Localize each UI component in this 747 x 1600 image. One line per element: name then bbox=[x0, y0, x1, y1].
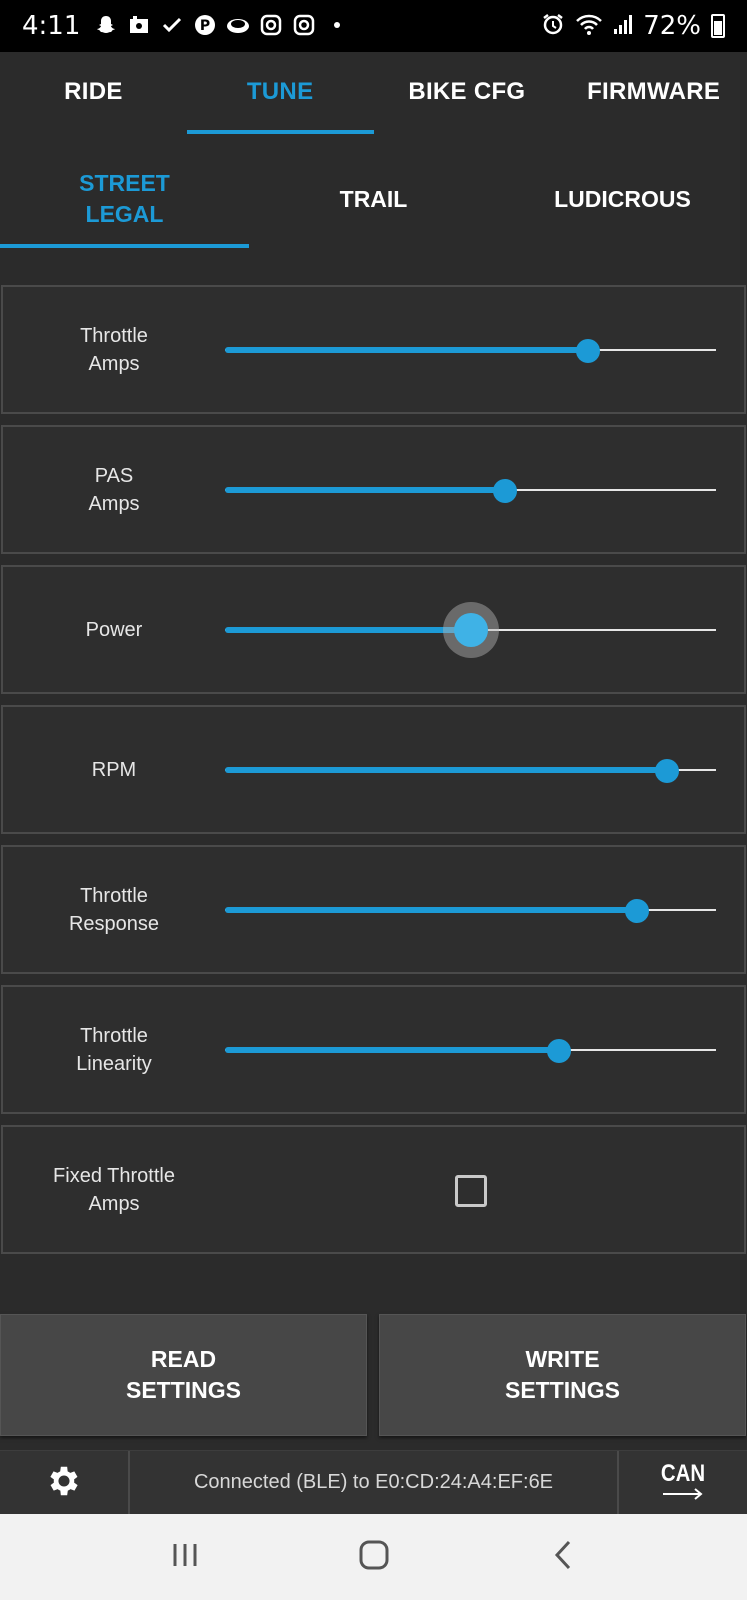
power-slider[interactable] bbox=[225, 613, 716, 647]
back-icon bbox=[552, 1539, 574, 1576]
pas-amps-slider-thumb[interactable] bbox=[492, 479, 517, 503]
write-settings-button[interactable]: WRITE SETTINGS bbox=[379, 1314, 746, 1436]
tab-tune[interactable]: TUNE bbox=[186, 52, 374, 134]
instagram-icon bbox=[292, 14, 316, 38]
throttle-linearity-label-text: Throttle Linearity bbox=[76, 1024, 152, 1075]
dot-icon bbox=[325, 14, 349, 38]
status-right: 72% bbox=[541, 11, 725, 41]
battery-percent: 72% bbox=[643, 11, 701, 41]
action-buttons: READ SETTINGS WRITE SETTINGS bbox=[0, 1314, 747, 1436]
throttle-response-label: Throttle Response bbox=[3, 847, 225, 972]
throttle-linearity-slider[interactable] bbox=[225, 1039, 716, 1063]
throttle-amps-slider-thumb[interactable] bbox=[576, 339, 601, 363]
can-button[interactable]: CAN bbox=[617, 1451, 747, 1515]
throttle-linearity-slider-thumb[interactable] bbox=[546, 1039, 571, 1063]
pinterest-icon: P bbox=[193, 14, 217, 38]
tab-trail-label: TRAIL bbox=[339, 185, 408, 212]
throttle-response-label-text: Throttle Response bbox=[68, 884, 160, 935]
throttle-amps-slider-fill bbox=[225, 347, 589, 353]
throttle-amps-label: Throttle Amps bbox=[3, 287, 225, 412]
svg-text:P: P bbox=[200, 18, 210, 34]
throttle-amps-label-text: Throttle Amps bbox=[80, 324, 148, 375]
connection-bar: Connected (BLE) to E0:CD:24:A4:EF:6E CAN bbox=[0, 1450, 747, 1515]
pas-amps-slider-fill bbox=[225, 487, 505, 493]
rpm-slider[interactable] bbox=[225, 759, 716, 783]
system-nav-bar bbox=[0, 1514, 747, 1600]
cloud-icon bbox=[226, 14, 250, 38]
throttle-response-slider-fill bbox=[225, 907, 638, 913]
checkmark-icon bbox=[160, 14, 184, 38]
rpm-slider-thumb[interactable] bbox=[654, 759, 679, 783]
pas-amps-label: PAS Amps bbox=[3, 427, 225, 552]
top-tab-bar: RIDE TUNE BIKE CFG FIRMWARE bbox=[0, 52, 747, 134]
tab-ludicrous-label: LUDICROUS bbox=[554, 185, 691, 212]
power-slider-thumb[interactable] bbox=[453, 613, 488, 647]
signal-icon bbox=[613, 12, 633, 41]
recent-apps-icon bbox=[170, 1541, 200, 1574]
notification-icons: P bbox=[94, 14, 349, 38]
rpm-label-text: RPM bbox=[91, 758, 137, 781]
setting-row-fixed-throttle-amps: Fixed Throttle Amps bbox=[1, 1125, 746, 1254]
setting-row-throttle-amps: Throttle Amps bbox=[1, 285, 746, 414]
settings-button[interactable] bbox=[0, 1451, 130, 1515]
throttle-response-slider[interactable] bbox=[225, 899, 716, 923]
battery-icon bbox=[711, 14, 725, 38]
fixed-throttle-amps-label: Fixed Throttle Amps bbox=[3, 1127, 225, 1252]
power-label: Power bbox=[3, 567, 225, 692]
power-label-text: Power bbox=[85, 618, 143, 641]
tab-street-legal[interactable]: STREET LEGAL bbox=[0, 150, 249, 248]
tab-bike-cfg[interactable]: BIKE CFG bbox=[374, 52, 561, 134]
connection-status: Connected (BLE) to E0:CD:24:A4:EF:6E bbox=[193, 1471, 554, 1493]
setting-row-pas-amps: PAS Amps bbox=[1, 425, 746, 554]
tab-firmware[interactable]: FIRMWARE bbox=[560, 52, 747, 134]
arrow-right-icon bbox=[661, 1487, 705, 1505]
write-settings-label: WRITE SETTINGS bbox=[504, 1346, 620, 1403]
mode-tab-bar: STREET LEGAL TRAIL LUDICROUS bbox=[0, 150, 747, 248]
gear-icon bbox=[45, 1462, 83, 1505]
pas-amps-label-text: PAS Amps bbox=[88, 464, 140, 515]
can-label: CAN bbox=[660, 1460, 706, 1487]
fixed-throttle-amps-checkbox[interactable] bbox=[455, 1175, 487, 1207]
throttle-response-slider-thumb[interactable] bbox=[625, 899, 650, 923]
throttle-amps-slider[interactable] bbox=[225, 339, 716, 363]
alarm-icon bbox=[541, 12, 565, 41]
read-settings-label: READ SETTINGS bbox=[125, 1346, 241, 1403]
back-button[interactable] bbox=[533, 1527, 593, 1587]
wifi-icon bbox=[575, 12, 603, 41]
fixed-throttle-amps-label-text: Fixed Throttle Amps bbox=[53, 1164, 175, 1215]
home-button[interactable] bbox=[344, 1527, 404, 1587]
instagram-icon bbox=[259, 14, 283, 38]
recent-apps-button[interactable] bbox=[155, 1527, 215, 1587]
tab-street-legal-label: STREET LEGAL bbox=[79, 170, 170, 227]
throttle-linearity-label: Throttle Linearity bbox=[3, 987, 225, 1112]
snapchat-icon bbox=[94, 14, 118, 38]
throttle-linearity-slider-fill bbox=[225, 1047, 559, 1053]
rpm-slider-fill bbox=[225, 767, 667, 773]
tab-ludicrous[interactable]: LUDICROUS bbox=[498, 150, 747, 248]
status-time: 4:11 bbox=[22, 11, 81, 41]
tab-trail[interactable]: TRAIL bbox=[249, 150, 498, 248]
setting-row-rpm: RPM bbox=[1, 705, 746, 834]
setting-row-power: Power bbox=[1, 565, 746, 694]
home-icon bbox=[358, 1539, 390, 1576]
tab-ride[interactable]: RIDE bbox=[0, 52, 187, 134]
setting-row-throttle-response: Throttle Response bbox=[1, 845, 746, 974]
setting-row-throttle-linearity: Throttle Linearity bbox=[1, 985, 746, 1114]
power-slider-fill bbox=[225, 627, 471, 633]
pas-amps-slider[interactable] bbox=[225, 479, 716, 503]
read-settings-button[interactable]: READ SETTINGS bbox=[0, 1314, 367, 1436]
photos-icon bbox=[127, 14, 151, 38]
rpm-label: RPM bbox=[3, 707, 225, 832]
status-bar: 4:11 P 72% bbox=[0, 0, 747, 52]
